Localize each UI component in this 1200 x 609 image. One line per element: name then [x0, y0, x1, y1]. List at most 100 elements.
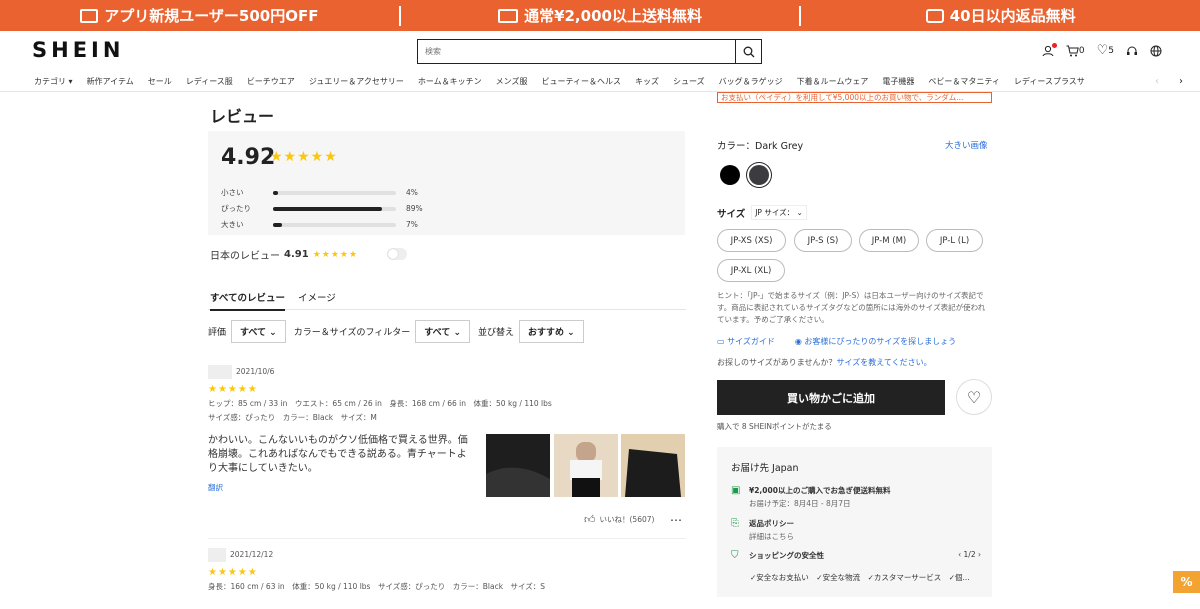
promo-banner[interactable]: アプリ新規ユーザー500円OFF 通常¥2,000以上送料無料 40日以内返品無…: [0, 0, 1200, 31]
color-swatch-dark-grey[interactable]: [749, 165, 769, 185]
truck-icon: ▣: [731, 485, 741, 496]
delivery-estimate: お届け予定：8月4日 - 8月7日: [749, 499, 851, 508]
promo-free-returns[interactable]: 40日以内返品無料: [801, 5, 1200, 26]
photo-black-fabric: [486, 434, 550, 497]
coupon-float-button[interactable]: %: [1173, 571, 1200, 593]
size-option[interactable]: JP-XL (XL): [717, 259, 785, 282]
review-measurements: ヒップ：85 cm / 33 in ウエスト：65 cm / 26 in 身長：…: [208, 399, 552, 408]
large-image-link[interactable]: 大きい画像: [945, 139, 988, 151]
return-details-link[interactable]: 詳細はこちら: [749, 531, 794, 542]
divider: [208, 538, 686, 539]
review-photo[interactable]: [554, 434, 618, 497]
size-option[interactable]: JP-S (S): [794, 229, 852, 252]
chevron-right-icon[interactable]: ›: [1179, 76, 1183, 87]
japan-reviews-toggle[interactable]: [387, 248, 407, 260]
nav-item[interactable]: キッズ: [635, 76, 659, 87]
tab-all-reviews[interactable]: すべてのレビュー: [210, 290, 285, 311]
more-options-button[interactable]: ⋯: [670, 513, 682, 527]
like-count: いいね！(5607): [599, 515, 655, 524]
fit-label: 大きい: [221, 220, 244, 229]
promo-text: 40日以内返品無料: [949, 7, 1076, 25]
nav-item[interactable]: ベビー＆マタニティ: [928, 76, 1000, 87]
paidy-notice[interactable]: お支払い（ペイディ）を利用して¥5,000以上のお買い物で、ランダム...: [717, 92, 992, 103]
color-value: ：Dark Grey: [745, 141, 804, 152]
size-option[interactable]: JP-L (L): [926, 229, 983, 252]
dropdown-value: すべて: [240, 328, 267, 338]
nav-item[interactable]: ホーム＆キッチン: [418, 76, 482, 87]
fit-row-small: 小さい 4%: [221, 187, 418, 198]
safety-pager[interactable]: ‹ 1/2 ›: [958, 550, 981, 561]
japan-reviews: 日本のレビュー 4.91 ★★★★★: [210, 247, 358, 262]
translate-link[interactable]: 翻訳: [208, 482, 223, 493]
globe-icon: [1150, 45, 1162, 56]
like-button[interactable]: 👍︎ いいね！(5607): [584, 513, 654, 526]
add-to-cart-button[interactable]: 買い物かごに追加: [717, 380, 945, 415]
size-system-dropdown[interactable]: JP サイズ： ⌄: [751, 205, 807, 220]
wishlist-button[interactable]: ♡ 5: [1097, 43, 1114, 58]
fit-percent: 89%: [406, 204, 423, 213]
promo-free-shipping[interactable]: 通常¥2,000以上送料無料: [401, 5, 800, 26]
review-tabs: すべてのレビュー イメージ: [208, 288, 686, 311]
search-button[interactable]: [735, 40, 761, 63]
nav-item[interactable]: セール: [148, 76, 172, 87]
nav-scroll: ‹ ›: [1152, 71, 1200, 91]
search-input[interactable]: [418, 40, 735, 63]
rating-filter-dropdown[interactable]: すべて ⌄: [231, 320, 286, 343]
missing-size-row: お探しのサイズがありませんか？サイズを教えてください。: [717, 357, 932, 368]
heart-icon: ♡: [966, 387, 982, 407]
size-guide-text: サイズガイド: [727, 337, 775, 346]
fit-percent: 7%: [406, 220, 418, 229]
nav-item[interactable]: 下着＆ルームウェア: [797, 76, 869, 87]
find-size-link[interactable]: ◉ お客様にぴったりのサイズを探しましょう: [795, 336, 956, 347]
nav-item[interactable]: レディース服: [186, 76, 233, 87]
review-stars: ★★★★★: [208, 567, 258, 578]
nav-item[interactable]: シューズ: [673, 76, 705, 87]
logo[interactable]: SHEIN: [32, 38, 124, 62]
nav-item[interactable]: 電子機器: [882, 76, 914, 87]
japan-reviews-label: 日本のレビュー: [210, 251, 280, 262]
review-photo[interactable]: [621, 434, 685, 497]
size-label: サイズ: [717, 208, 746, 220]
size-option[interactable]: JP-M (M): [859, 229, 919, 252]
chevron-right-icon[interactable]: ›: [978, 550, 981, 559]
size-guide-link[interactable]: ▭ サイズガイド: [717, 336, 775, 347]
color-size-filter-dropdown[interactable]: すべて ⌄: [415, 320, 470, 343]
review-date: 2021/12/12: [230, 550, 274, 559]
language-button[interactable]: [1150, 45, 1162, 57]
size-option[interactable]: JP-XS (XS): [717, 229, 786, 252]
support-button[interactable]: [1126, 45, 1138, 57]
chevron-left-icon[interactable]: ‹: [1155, 76, 1159, 87]
filter-color-size-label: カラー＆サイズのフィルター: [293, 328, 411, 338]
chevron-left-icon[interactable]: ‹: [958, 550, 961, 559]
promo-app-discount[interactable]: アプリ新規ユーザー500円OFF: [0, 5, 399, 26]
nav-item[interactable]: ジュエリー＆アクセサリー: [309, 76, 404, 87]
nav-item[interactable]: カテゴリ ▾: [34, 76, 73, 87]
review-photo[interactable]: [486, 434, 550, 497]
nav-item[interactable]: レディースプラスサ: [1014, 76, 1085, 87]
search-bar: [417, 39, 762, 64]
nav-item[interactable]: ビーチウエア: [247, 76, 295, 87]
return-policy-row[interactable]: ⎘ 返品ポリシー 詳細はこちら: [731, 518, 794, 542]
headset-icon: [1127, 46, 1137, 55]
tab-images[interactable]: イメージ: [298, 290, 336, 304]
nav-item[interactable]: 新作アイテム: [87, 76, 134, 87]
thumbs-up-icon: 👍︎: [584, 513, 596, 526]
avatar: [208, 548, 226, 562]
cart-button[interactable]: 0: [1066, 45, 1085, 57]
account-button[interactable]: [1042, 42, 1057, 57]
chevron-down-icon: ⌄: [567, 328, 575, 338]
color-swatch-black[interactable]: [720, 165, 740, 185]
nav-item[interactable]: ビューティー＆ヘルス: [541, 76, 621, 87]
wishlist-toggle[interactable]: ♡: [956, 379, 992, 415]
fit-bar-fill: [273, 222, 282, 227]
sort-dropdown[interactable]: おすすめ ⌄: [519, 320, 584, 343]
nav-item[interactable]: バッグ＆ラゲッジ: [719, 76, 783, 87]
nav-item[interactable]: メンズ服: [496, 76, 528, 87]
fit-label: ぴったり: [221, 204, 251, 213]
search-icon: [743, 46, 754, 57]
ship-destination[interactable]: お届け先 Japan: [731, 460, 799, 474]
missing-size-link[interactable]: サイズを教えてください。: [837, 358, 932, 367]
fit-bar-fill: [273, 206, 383, 211]
rating-summary: 4.92 ★★★★★ 小さい 4% ぴったり 89% 大きい 7%: [208, 131, 685, 235]
promo-text: アプリ新規ユーザー500円OFF: [104, 7, 319, 25]
